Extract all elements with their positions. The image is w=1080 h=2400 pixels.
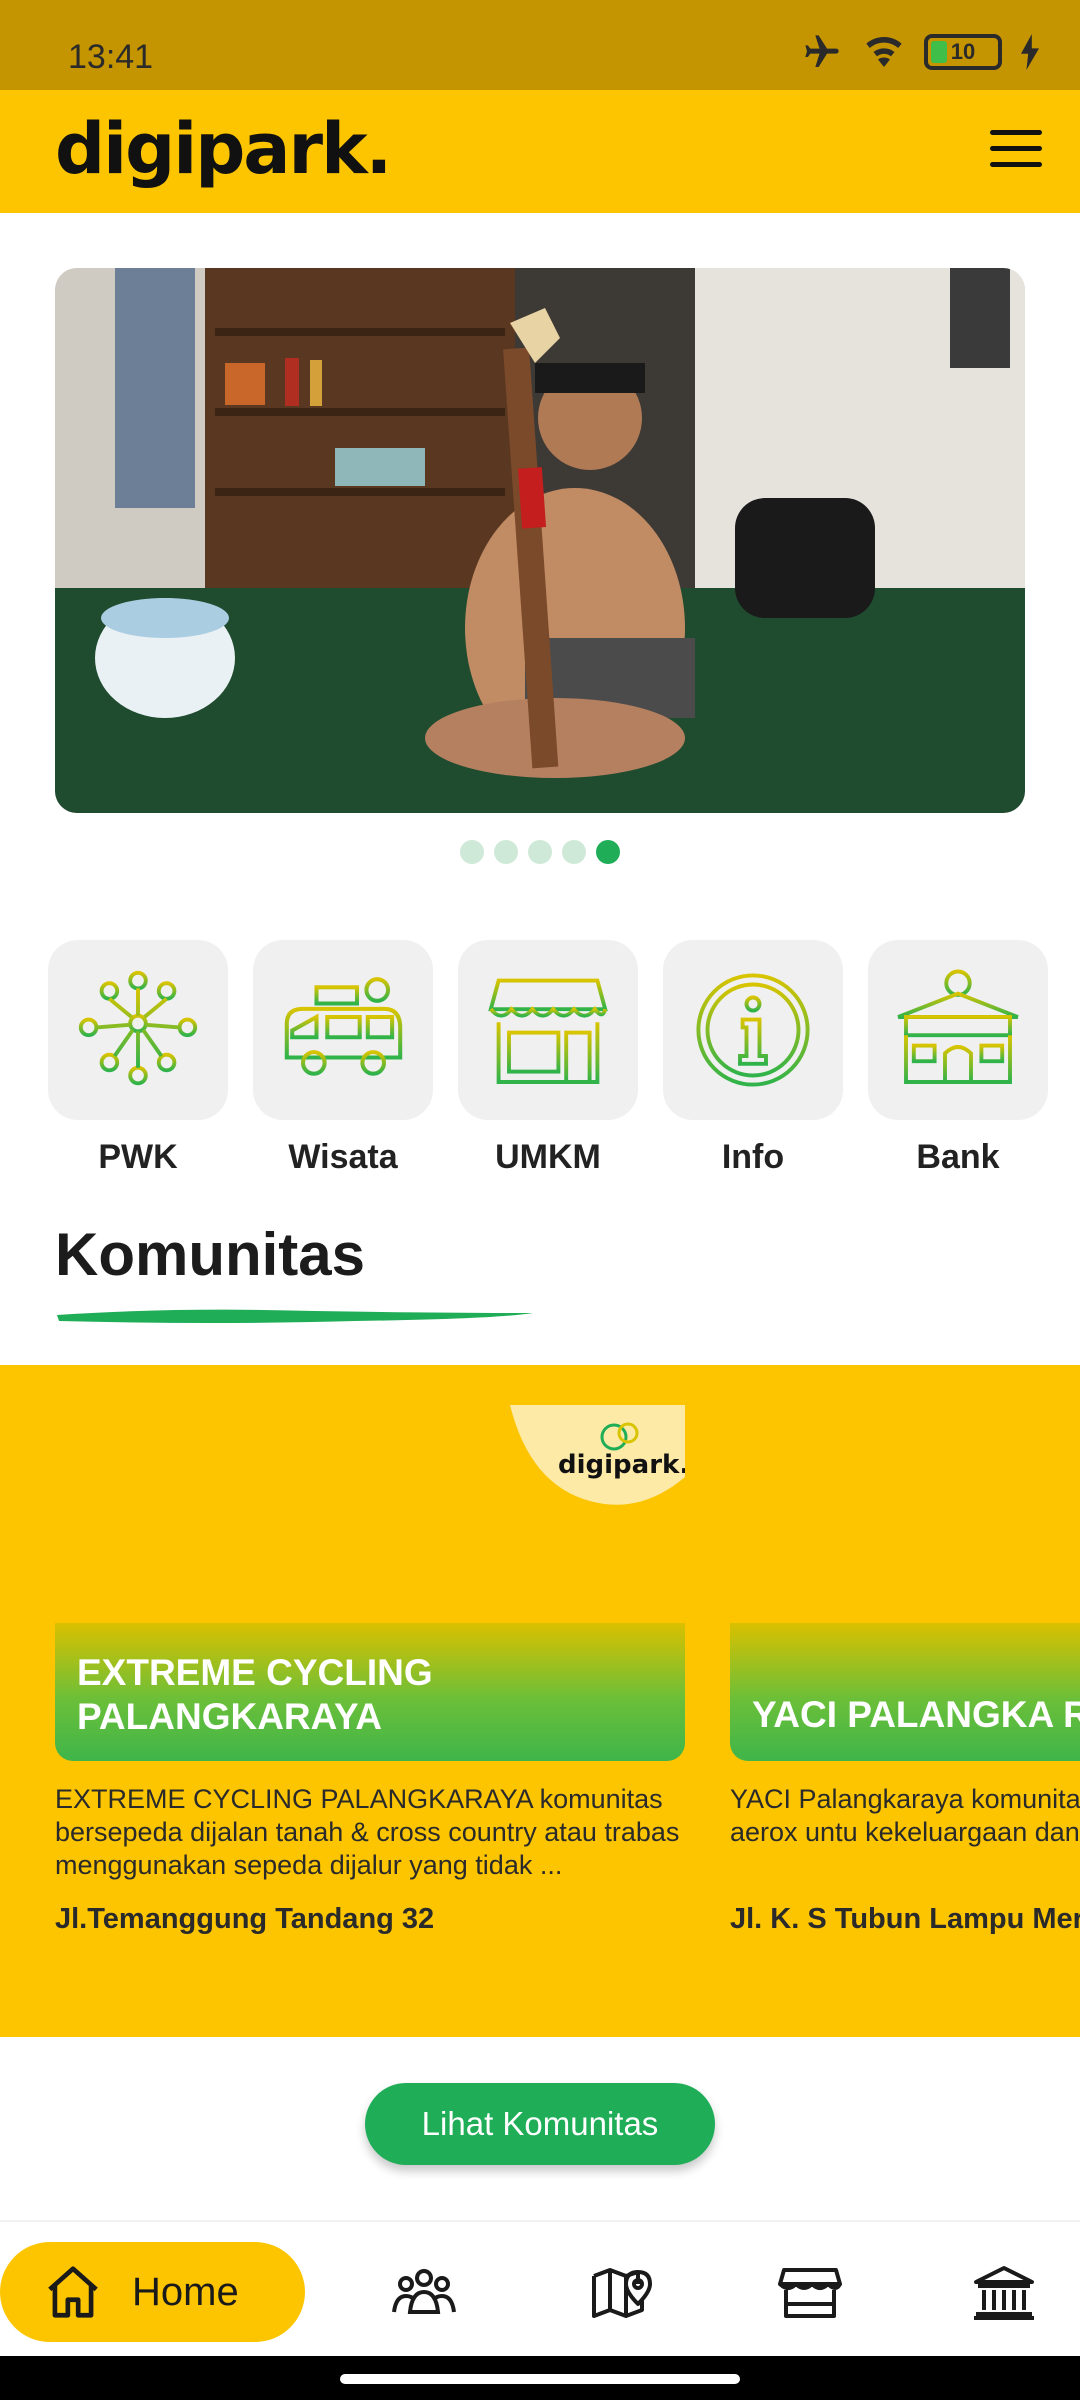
- nav-home-button[interactable]: Home: [0, 2242, 305, 2342]
- heading-underline-decoration: [57, 1309, 533, 1323]
- komunitas-heading: Komunitas: [55, 1221, 366, 1288]
- bottom-navigation: Home: [0, 2220, 1080, 2356]
- app-header: digipark.: [0, 90, 1080, 213]
- battery-icon: 10: [924, 34, 1002, 70]
- banner-photo: [55, 268, 1025, 813]
- banner-carousel[interactable]: [55, 268, 1025, 813]
- category-bank[interactable]: Bank: [868, 940, 1048, 1177]
- status-time: 13:41: [68, 38, 154, 76]
- category-label: PWK: [98, 1138, 178, 1176]
- card-title: YACI PALANGKA R: [730, 1623, 1080, 1761]
- battery-level: 10: [950, 39, 976, 64]
- airplane-mode-icon: [805, 35, 839, 67]
- card-address: Jl.Temanggung Tandang 32: [55, 1903, 435, 1935]
- system-gesture-bar: [0, 2356, 1080, 2400]
- category-label: Bank: [916, 1138, 1000, 1176]
- card-title: EXTREME CYCLING PALANGKARAYA: [55, 1623, 685, 1761]
- community-network-icon: [78, 970, 198, 1086]
- map-nav-icon[interactable]: [590, 2264, 654, 2320]
- category-label: UMKM: [495, 1138, 601, 1176]
- card-address: Jl. K. S Tubun Lampu Mer: [730, 1903, 1080, 1935]
- digipark-logo[interactable]: digipark.: [55, 108, 392, 190]
- community-nav-icon[interactable]: [392, 2264, 456, 2320]
- carousel-indicators: [0, 840, 1080, 864]
- storefront-icon: [488, 978, 608, 1084]
- community-carousel[interactable]: digipark. EXTREME CYCLING PALANGKARAYA E…: [0, 1365, 1080, 2037]
- status-bar: 13:41 10: [0, 0, 1080, 90]
- travel-van-icon: [284, 976, 402, 1076]
- hamburger-menu-icon[interactable]: [990, 130, 1042, 172]
- carousel-dot[interactable]: [562, 840, 586, 864]
- home-gesture-handle[interactable]: [340, 2374, 740, 2384]
- category-label: Info: [721, 1138, 785, 1176]
- category-wisata[interactable]: Wisata: [253, 940, 433, 1177]
- wifi-icon: [866, 37, 902, 67]
- status-icons: 10: [800, 32, 1040, 72]
- app-screen: 13:41 10 digipark. PWK Wisata UMKM Info …: [0, 0, 1080, 2400]
- category-pwk[interactable]: PWK: [48, 940, 228, 1177]
- store-nav-icon[interactable]: [778, 2264, 842, 2320]
- carousel-dot[interactable]: [494, 840, 518, 864]
- carousel-dot[interactable]: [460, 840, 484, 864]
- carousel-dot[interactable]: [528, 840, 552, 864]
- info-icon: [696, 973, 810, 1087]
- card-description: EXTREME CYCLING PALANGKARAYA komunitas b…: [55, 1784, 680, 1880]
- bank-nav-icon[interactable]: [972, 2264, 1036, 2320]
- home-icon: [48, 2266, 98, 2318]
- card-description: YACI Palangkaraya komunita sesama penggu…: [730, 1784, 1080, 1847]
- card-logo-text: digipark.: [558, 1450, 685, 1480]
- lihat-komunitas-button[interactable]: Lihat Komunitas: [365, 2083, 715, 2165]
- category-umkm[interactable]: UMKM: [458, 940, 638, 1177]
- card-logo-thumbnail: digipark.: [510, 1405, 689, 1505]
- carousel-dot-active[interactable]: [596, 840, 620, 864]
- charging-icon: [1021, 34, 1039, 70]
- bank-icon: [897, 969, 1019, 1084]
- category-label: Wisata: [288, 1138, 398, 1176]
- category-info[interactable]: Info: [663, 940, 843, 1177]
- category-menu: PWK Wisata UMKM Info Bank: [48, 940, 1048, 1177]
- nav-home-label: Home: [132, 2269, 239, 2314]
